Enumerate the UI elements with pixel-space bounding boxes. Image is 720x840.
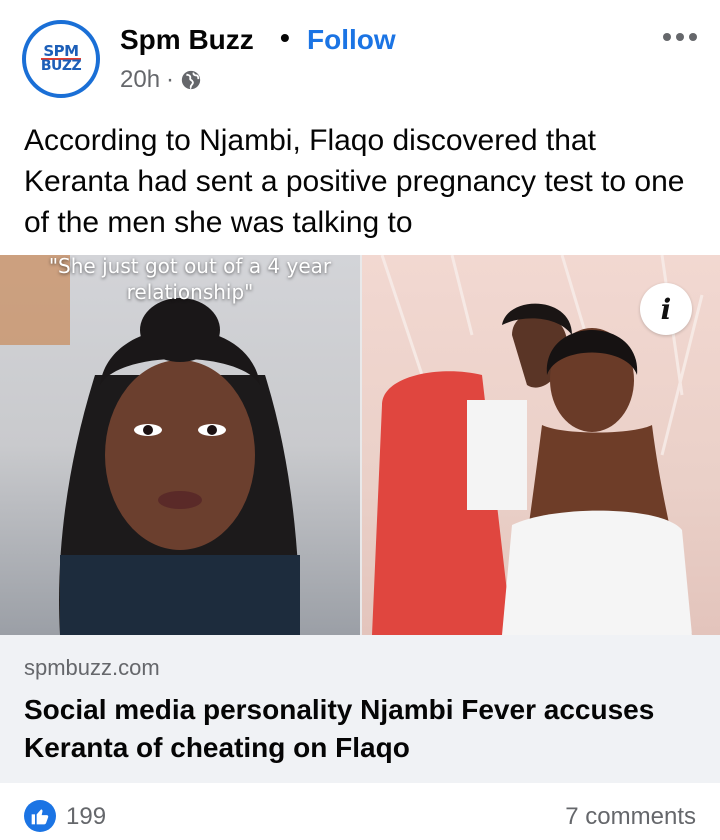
post-time[interactable]: 20h <box>120 66 160 94</box>
spm-buzz-logo: SPM BUZZ <box>31 29 91 89</box>
info-icon[interactable]: i <box>640 283 692 335</box>
engagement-bar: 199 7 comments <box>0 790 720 840</box>
link-headline[interactable]: Social media personality Njambi Fever ac… <box>24 691 694 767</box>
page-name-link[interactable]: Spm Buzz <box>120 24 254 56</box>
image-left-panel: "She just got out of a 4 year relationsh… <box>0 255 360 635</box>
globe-icon <box>181 70 201 90</box>
logo-line-1: SPM <box>43 41 79 60</box>
header-separator: • <box>280 22 290 53</box>
image-caption-overlay: "She just got out of a 4 year relationsh… <box>48 255 332 304</box>
logo-line-2: BUZZ <box>40 58 82 75</box>
post-header: SPM BUZZ Spm Buzz • Follow 20h · <box>0 0 720 110</box>
like-count[interactable]: 199 <box>66 803 106 831</box>
meta-separator: · <box>166 66 175 93</box>
post-meta: 20h · <box>120 66 202 94</box>
page-avatar[interactable]: SPM BUZZ <box>22 20 100 98</box>
follow-button[interactable]: Follow <box>307 24 396 56</box>
post-text: According to Njambi, Flaqo discovered th… <box>24 124 685 239</box>
link-domain: spmbuzz.com <box>24 655 160 680</box>
dot-icon <box>663 33 671 41</box>
dot-icon <box>676 33 684 41</box>
comments-link[interactable]: 7 comments <box>565 803 696 831</box>
link-preview[interactable]: spmbuzz.com Social media personality Nja… <box>0 635 720 783</box>
more-options-button[interactable] <box>658 22 702 52</box>
like-thumb-icon[interactable] <box>24 800 56 832</box>
woman-portrait-illustration <box>0 255 300 635</box>
thumbs-up-icon <box>31 809 49 825</box>
post-image[interactable]: "She just got out of a 4 year relationsh… <box>0 255 720 635</box>
dot-icon <box>689 33 697 41</box>
